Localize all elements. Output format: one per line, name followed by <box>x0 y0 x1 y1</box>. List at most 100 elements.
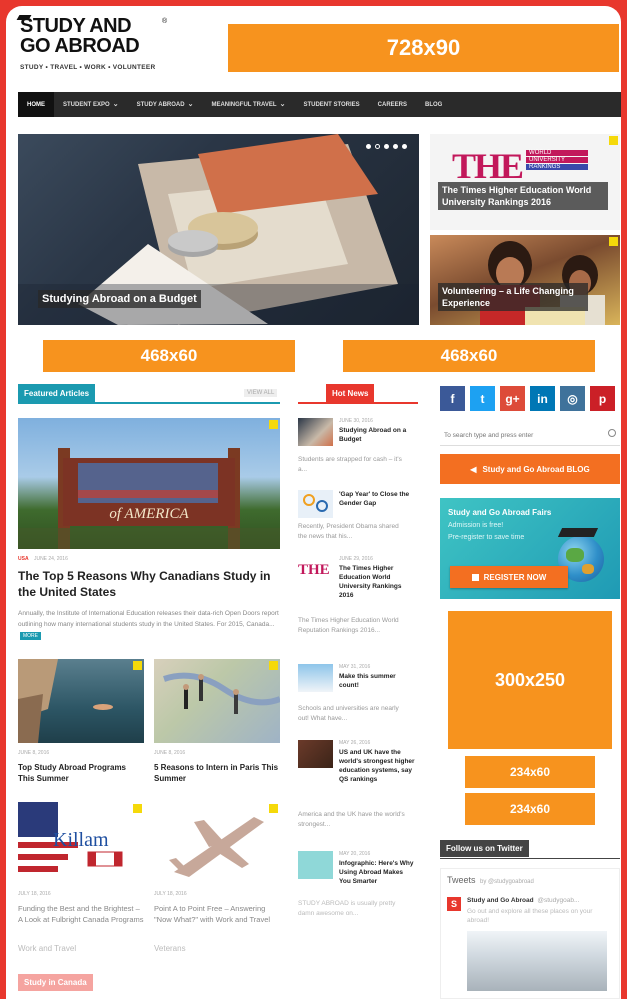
featured-main-title[interactable]: The Top 5 Reasons Why Canadians Study in… <box>18 568 280 600</box>
tweet-avatar[interactable]: S <box>447 897 461 911</box>
side-feature-rankings-caption[interactable]: The Times Higher Education World Univers… <box>438 182 608 210</box>
hot-news-thumb[interactable] <box>298 851 333 879</box>
grid-image-4[interactable] <box>154 802 280 884</box>
featured-articles-tab[interactable]: Featured Articles <box>18 384 96 402</box>
hot-news-title[interactable]: Infographic: Here's Why Using Abroad Mak… <box>339 859 415 886</box>
grid-date-2: JUNE 8, 2016 <box>154 750 186 756</box>
grid-title-2[interactable]: 5 Reasons to Intern in Paris This Summer <box>154 762 280 784</box>
chevron-down-icon: ⌄ <box>112 100 119 108</box>
grid-title-1[interactable]: Top Study Abroad Programs This Summer <box>18 762 144 784</box>
hot-news-thumb[interactable] <box>298 664 333 692</box>
ad-leaderboard[interactable]: 728x90 <box>228 24 619 72</box>
slider-dot[interactable] <box>393 144 398 149</box>
hot-news-item[interactable]: THE JUNE 29, 2016 The Times Higher Educa… <box>298 556 418 651</box>
nav-item-home[interactable]: HOME <box>18 92 54 117</box>
ad-rectangle[interactable]: 300x250 <box>448 611 612 749</box>
facebook-icon[interactable]: f <box>440 386 465 411</box>
the-logo-text: THE <box>452 146 524 186</box>
site-logo[interactable]: STUDY AND GO ABROAD ® STUDY • TRAVEL • W… <box>6 6 176 78</box>
view-all-link[interactable]: VIEW ALL <box>244 389 278 397</box>
ad-banner-2-label: 468x60 <box>440 346 498 365</box>
grid-title-3[interactable]: Funding the Best and the Brightest – A L… <box>18 903 144 925</box>
search-input[interactable] <box>440 425 600 446</box>
paris-map-image <box>163 672 280 714</box>
hot-news-title[interactable]: The Times Higher Education World Univers… <box>339 564 415 600</box>
slider-dot[interactable] <box>366 144 371 149</box>
grid-title-4[interactable]: Point A to Point Free – Answering "Now W… <box>154 903 280 925</box>
rankings-line-1: WORLD <box>526 150 589 156</box>
nav-item-student-stories[interactable]: STUDENT STORIES <box>294 92 368 117</box>
hot-news-title[interactable]: Studying Abroad on a Budget <box>339 426 415 444</box>
tweets-by[interactable]: by @studygoabroad <box>480 879 534 885</box>
slider-dot[interactable] <box>384 144 389 149</box>
hot-news-item[interactable]: JUNE 30, 2016 Studying Abroad on a Budge… <box>298 418 418 478</box>
featured-main-category[interactable]: USA <box>18 556 29 562</box>
hot-news-item[interactable]: MAY 26, 2016 US and UK have the world's … <box>298 740 418 835</box>
hot-news-item[interactable]: MAY 31, 2016 Make this summer count! Sch… <box>298 664 418 724</box>
grid-image-1[interactable] <box>18 659 144 743</box>
blog-button-label: Study and Go Abroad BLOG <box>482 464 590 474</box>
nav-item-meaningful-travel[interactable]: MEANINGFUL TRAVEL ⌄ <box>202 92 294 117</box>
nav-item-label: STUDENT STORIES <box>303 101 360 108</box>
linkedin-icon[interactable]: in <box>530 386 555 411</box>
hot-news-thumb[interactable] <box>298 740 333 768</box>
ad-small-1[interactable]: 234x60 <box>465 756 595 788</box>
nav-item-label: STUDY ABROAD <box>136 101 185 108</box>
grad-cap-icon <box>557 528 599 537</box>
grid-image-2[interactable] <box>154 659 280 743</box>
ad-leaderboard-label: 728x90 <box>386 35 461 60</box>
main-slider[interactable]: Studying Abroad on a Budget <box>18 134 419 325</box>
featured-main-date: JUNE 24, 2016 <box>33 556 68 562</box>
hot-news-thumb[interactable]: THE <box>298 556 333 584</box>
grid-category-4[interactable]: Veterans <box>154 944 186 953</box>
more-button[interactable]: MORE <box>20 632 41 640</box>
hot-news-tab[interactable]: Hot News <box>326 384 375 402</box>
featured-main-image[interactable]: of AMERICA <box>18 418 280 549</box>
search-icon[interactable] <box>608 429 616 437</box>
tweet-account: Study and Go Abroad <box>467 897 534 904</box>
twitter-icon[interactable]: t <box>470 386 495 411</box>
slider-dot[interactable] <box>375 144 380 149</box>
search-box <box>440 424 620 446</box>
pinterest-icon[interactable]: p <box>590 386 615 411</box>
side-feature-rankings[interactable]: THE WORLD UNIVERSITY RANKINGS The Times … <box>430 134 620 230</box>
register-now-label: REGISTER NOW <box>483 572 547 582</box>
instagram-icon[interactable]: ◎ <box>560 386 585 411</box>
hot-news-title[interactable]: 'Gap Year' to Close the Gender Gap <box>339 490 415 508</box>
google-plus-icon[interactable]: g+ <box>500 386 525 411</box>
slider-dots <box>366 144 407 149</box>
ad-small-2-label: 234x60 <box>509 802 551 816</box>
hot-news-item[interactable]: MAY 20, 2016 Infographic: Here's Why Usi… <box>298 851 418 946</box>
nav-item-study-abroad[interactable]: STUDY ABROAD ⌄ <box>128 92 203 117</box>
the-logo: THE WORLD UNIVERSITY RANKINGS <box>452 146 589 186</box>
hot-news-date: JUNE 29, 2016 <box>339 556 373 562</box>
study-in-canada-tab[interactable]: Study in Canada <box>18 974 93 991</box>
ad-banner-2[interactable]: 468x60 <box>343 340 595 372</box>
grid-image-3[interactable]: Killam <box>18 802 144 884</box>
side-feature-volunteering[interactable]: Volunteering – a Life Changing Experienc… <box>430 235 620 325</box>
grid-category-3[interactable]: Work and Travel <box>18 944 76 953</box>
slider-dot[interactable] <box>402 144 407 149</box>
side-feature-volunteering-caption[interactable]: Volunteering – a Life Changing Experienc… <box>438 283 588 311</box>
ad-banner-1[interactable]: 468x60 <box>43 340 295 372</box>
slider-caption[interactable]: Studying Abroad on a Budget <box>38 290 201 308</box>
hot-news-thumb[interactable] <box>298 418 333 446</box>
register-now-button[interactable]: REGISTER NOW <box>450 566 568 588</box>
plane-image <box>169 817 264 877</box>
twitter-widget[interactable]: Tweets by @studygoabroad S Study and Go … <box>440 868 620 999</box>
hot-news-title[interactable]: Make this summer count! <box>339 672 415 690</box>
nav-item-blog[interactable]: BLOG <box>416 92 451 117</box>
hot-news-thumb[interactable] <box>298 490 333 518</box>
hot-news-excerpt: STUDY ABROAD is usually pretty damn awes… <box>298 900 396 917</box>
hot-news-title[interactable]: US and UK have the world's strongest hig… <box>339 748 415 784</box>
ad-small-2[interactable]: 234x60 <box>465 793 595 825</box>
blog-button[interactable]: ◀ Study and Go Abroad BLOG <box>440 454 620 484</box>
nav-item-careers[interactable]: CAREERS <box>369 92 416 117</box>
corner-badge <box>609 237 618 246</box>
tweet-image[interactable] <box>467 931 607 991</box>
logo-line-2: GO ABROAD <box>20 35 140 57</box>
fairs-banner[interactable]: Study and Go Abroad Fairs Admission is f… <box>440 498 620 599</box>
hot-news-item[interactable]: 'Gap Year' to Close the Gender Gap Recen… <box>298 490 418 550</box>
tweet-author[interactable]: Study and Go Abroad @studygoab... <box>467 897 579 904</box>
nav-item-student-expo[interactable]: STUDENT EXPO ⌄ <box>54 92 128 117</box>
